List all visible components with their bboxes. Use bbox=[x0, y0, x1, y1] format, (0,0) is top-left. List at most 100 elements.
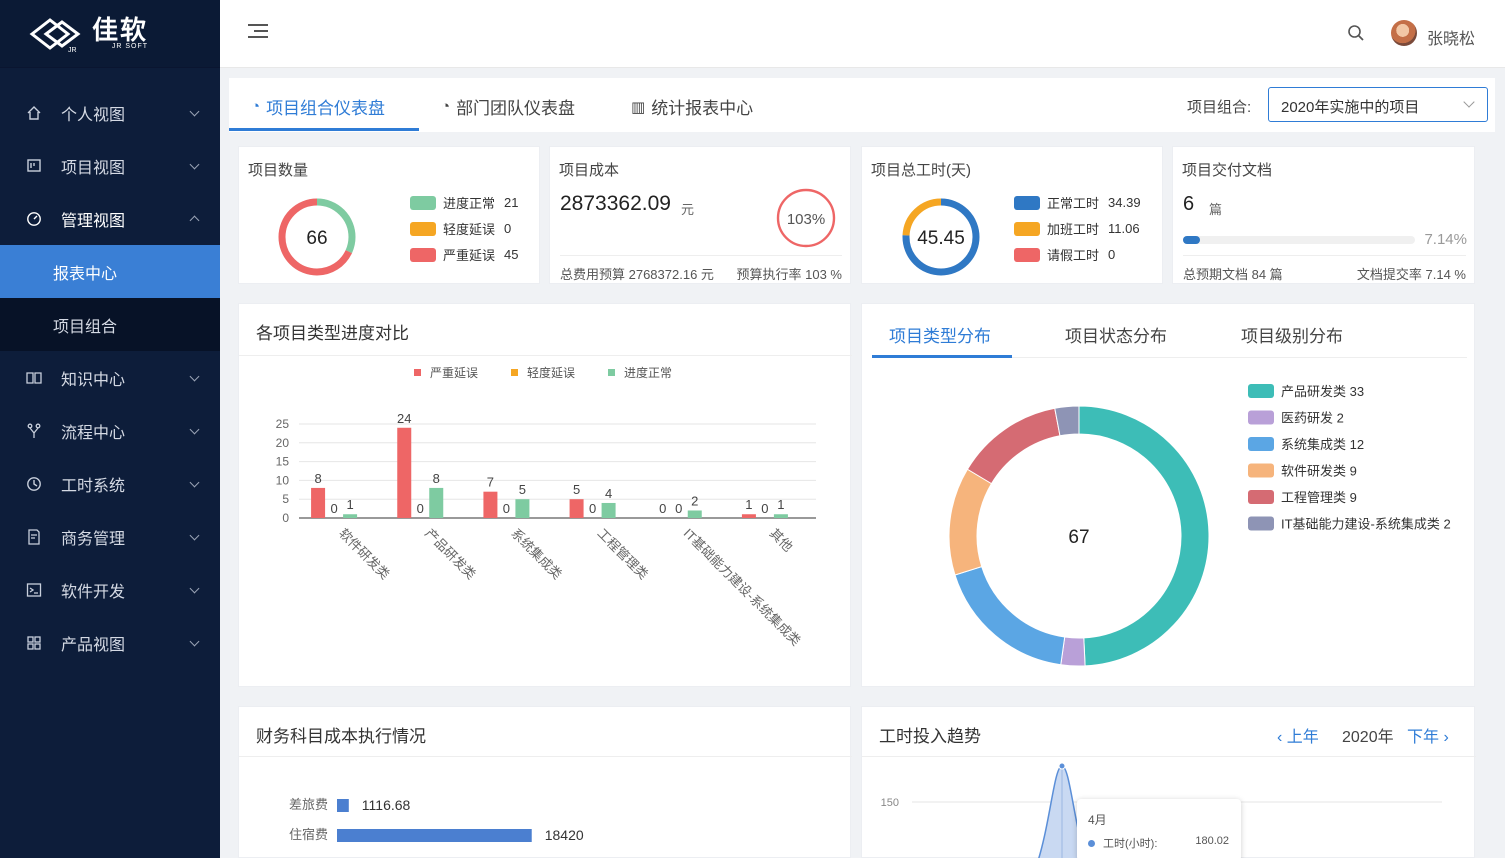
bar-value-label: 0 bbox=[675, 501, 682, 516]
legend-label: 严重延误 bbox=[430, 366, 478, 380]
portfolio-select[interactable]: 2020年实施中的项目 bbox=[1268, 87, 1488, 122]
sidebar-item-knowledge[interactable]: 知识中心 bbox=[0, 351, 220, 404]
sidebar-item-business[interactable]: 商务管理 bbox=[0, 510, 220, 563]
bar bbox=[601, 502, 616, 518]
pie-slice bbox=[966, 407, 1061, 485]
x-tick-label: 产品研发类 bbox=[422, 526, 479, 583]
portfolio-label: 项目组合: bbox=[1187, 99, 1252, 116]
legend-item: 正常工时 34.39 bbox=[1014, 193, 1141, 212]
jr-logo-icon: JR bbox=[29, 17, 81, 54]
sidebar-item-label: 项目视图 bbox=[61, 159, 126, 177]
tab-portfolio-dashboard[interactable]: ◔ 项目组合仪表盘 bbox=[251, 94, 385, 119]
grid-icon bbox=[26, 635, 42, 651]
y-tick-label: 0 bbox=[282, 511, 289, 525]
sidebar-subitem-portfolio[interactable]: 项目组合 bbox=[0, 298, 220, 351]
bar-value-label: 2 bbox=[691, 493, 698, 508]
chevron-down-icon bbox=[189, 530, 200, 541]
chevron-down-icon bbox=[189, 636, 200, 647]
avatar[interactable] bbox=[1391, 20, 1417, 46]
prev-year-button[interactable]: ‹ 上年 bbox=[1277, 723, 1319, 747]
x-tick-label: 软件研发类 bbox=[336, 526, 393, 583]
bar bbox=[483, 491, 498, 518]
legend-label: 轻度延误 bbox=[527, 365, 575, 380]
sidebar-item-timesheet[interactable]: 工时系统 bbox=[0, 457, 220, 510]
sidebar-item-product[interactable]: 产品视图 bbox=[0, 616, 220, 669]
home-icon bbox=[26, 105, 42, 121]
tab-status-distribution[interactable]: 项目状态分布 bbox=[1065, 322, 1167, 347]
bar-value-label: 24 bbox=[397, 411, 411, 426]
svg-text:103%: 103% bbox=[787, 211, 825, 228]
book-icon bbox=[26, 370, 42, 386]
sidebar-item-label: 项目组合 bbox=[53, 318, 118, 336]
sidebar-item-project[interactable]: 项目视图 bbox=[0, 139, 220, 192]
gauge-icon: ◔ bbox=[441, 98, 451, 115]
x-tick-label: 其他 bbox=[767, 526, 796, 555]
series-dot-icon bbox=[1088, 839, 1095, 847]
cost-rate-ring: 103% bbox=[776, 188, 836, 248]
docs-count: 6 bbox=[1183, 193, 1195, 215]
legend-swatch bbox=[1248, 490, 1274, 504]
y-tick-label: 15 bbox=[276, 455, 290, 469]
type-distribution-donut: 67 产品研发类 33 医药研发 2 系统集成类 12 软件研发类 9 工程管理类 9 IT… bbox=[948, 384, 1451, 667]
sidebar-item-flow[interactable]: 流程中心 bbox=[0, 404, 220, 457]
y-tick-label: 差旅费 bbox=[289, 797, 328, 812]
card-title: 项目数量 bbox=[248, 162, 309, 179]
pie-slice bbox=[954, 565, 1066, 666]
contract-icon bbox=[26, 528, 42, 545]
menu-fold-icon[interactable] bbox=[248, 22, 268, 40]
bar bbox=[337, 799, 349, 812]
finance-panel: 财务科目成本执行情况 差旅费 1116.68 住宿费 18420 bbox=[238, 706, 852, 858]
sidebar-item-management[interactable]: 管理视图 bbox=[0, 192, 220, 245]
chevron-down-icon bbox=[189, 477, 200, 488]
bar bbox=[741, 514, 756, 518]
y-tick-label: 10 bbox=[276, 473, 290, 487]
tab-report-center[interactable]: ▥ 统计报表中心 bbox=[631, 94, 753, 119]
progress-comparison-panel: 各项目类型进度对比 严重延误 轻度延误 进度正常 0 5 10 15 20 25 8 0 1 软件研发类… bbox=[238, 303, 852, 687]
search-icon[interactable] bbox=[1347, 24, 1365, 42]
bar-value-label: 0 bbox=[761, 501, 768, 516]
tab-department-dashboard[interactable]: ◔ 部门团队仪表盘 bbox=[441, 94, 575, 119]
username[interactable]: 张晓松 bbox=[1427, 25, 1475, 49]
legend-swatch bbox=[511, 369, 518, 376]
sidebar-subitem-report-center[interactable]: 报表中心 bbox=[0, 245, 220, 298]
sidebar-item-label: 商务管理 bbox=[61, 530, 126, 548]
logo[interactable]: JR 佳软 JR SOFT bbox=[0, 0, 220, 68]
cost-amount: 2873362.09 bbox=[560, 192, 671, 215]
chevron-up-icon bbox=[189, 215, 200, 226]
legend-item: 轻度延误 0 bbox=[410, 219, 511, 238]
finance-bar-chart: 差旅费 1116.68 住宿费 18420 bbox=[289, 797, 584, 843]
cost-budget: 总费用预算 2768372.16 元 bbox=[560, 267, 714, 282]
next-year-button[interactable]: 下年 › bbox=[1407, 723, 1449, 747]
sidebar-item-label: 报表中心 bbox=[53, 265, 118, 283]
y-tick-label: 150 bbox=[881, 797, 899, 809]
bar-value-label: 8 bbox=[314, 471, 321, 486]
dashboard-icon bbox=[26, 211, 42, 227]
flow-icon bbox=[26, 423, 42, 439]
docs-expected: 总预期文档 84 篇 bbox=[1183, 267, 1283, 282]
current-year: 2020年 bbox=[1342, 729, 1394, 746]
sidebar-item-label: 流程中心 bbox=[61, 424, 126, 442]
legend-label: IT基础能力建设-系统集成类 2 bbox=[1281, 517, 1451, 532]
docs-unit: 篇 bbox=[1209, 202, 1223, 217]
bar-value-label: 1 bbox=[777, 497, 784, 512]
active-tab-indicator bbox=[229, 128, 419, 131]
legend-item: 加班工时 11.06 bbox=[1014, 219, 1140, 238]
sidebar-item-software[interactable]: 软件开发 bbox=[0, 563, 220, 616]
bar bbox=[515, 499, 530, 518]
nav-menu: 个人视图 项目视图 管理视图 报表中心 项目组合 知识中心 流程中心 工时系统 … bbox=[0, 86, 220, 669]
tab-type-distribution[interactable]: 项目类型分布 bbox=[889, 322, 991, 347]
tab-level-distribution[interactable]: 项目级别分布 bbox=[1241, 322, 1343, 347]
legend-item: 进度正常 21 bbox=[410, 193, 518, 212]
bar bbox=[687, 510, 702, 518]
docs-progress-fill bbox=[1183, 236, 1200, 244]
donut-total: 45.45 bbox=[917, 228, 965, 249]
svg-text:JR: JR bbox=[68, 47, 77, 54]
sidebar-item-personal[interactable]: 个人视图 bbox=[0, 86, 220, 139]
project-count-card: 项目数量 66 进度正常 21 轻度延误 0 严重延误 45 bbox=[238, 146, 540, 284]
sidebar-item-label: 知识中心 bbox=[61, 371, 126, 389]
panel-title: 工时投入趋势 bbox=[879, 727, 981, 746]
bar-value-label: 0 bbox=[417, 501, 424, 516]
sidebar-item-label: 管理视图 bbox=[61, 212, 126, 230]
submenu: 报表中心 项目组合 bbox=[0, 245, 220, 351]
bar-value-label: 1 bbox=[745, 497, 752, 512]
